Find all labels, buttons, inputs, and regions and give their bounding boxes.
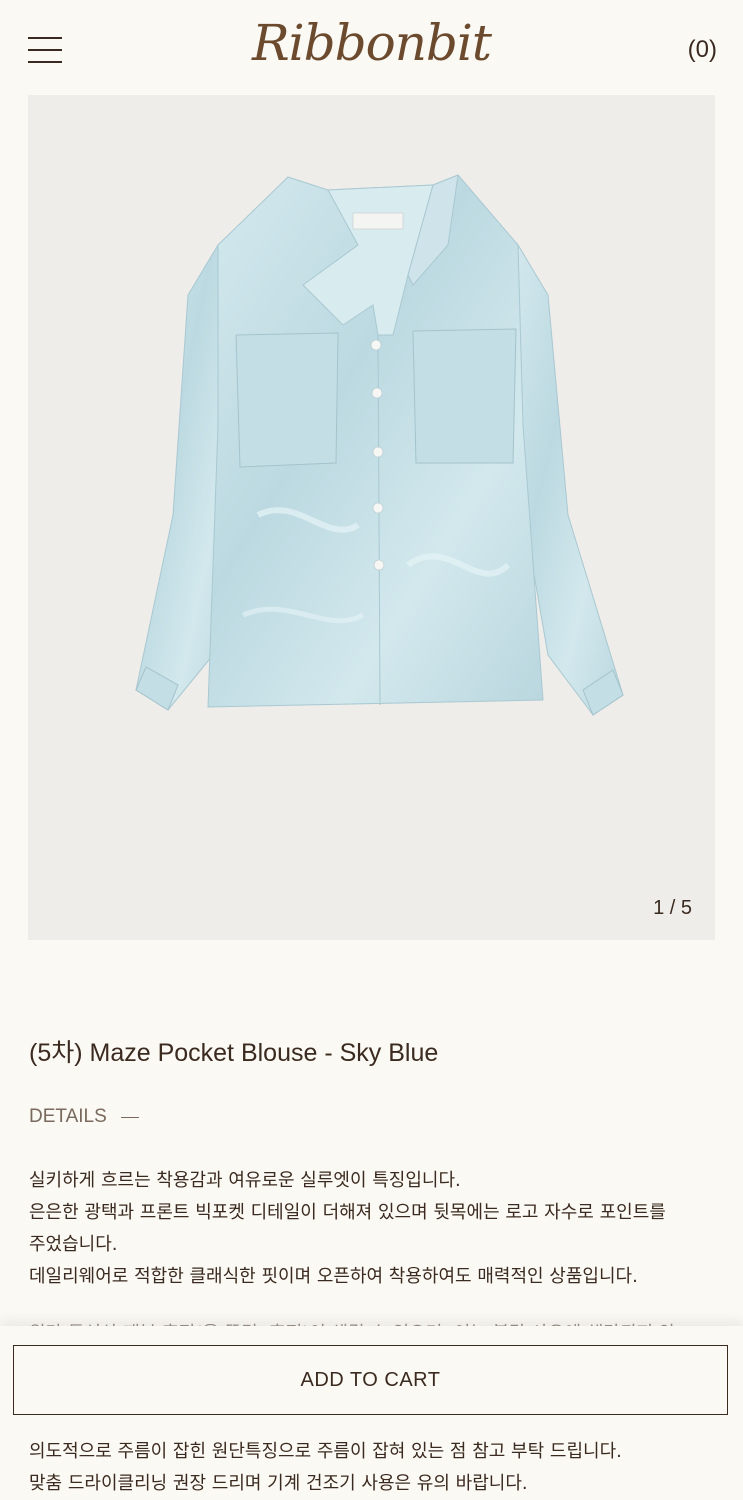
description-line: 실키하게 흐르는 착용감과 여유로운 실루엣이 특징입니다.	[29, 1170, 461, 1191]
care-note-line: 맞춤 드라이클리닝 권장 드리며 기계 건조기 사용은 유의 바랍니다.	[29, 1473, 528, 1494]
details-label: DETAILS	[29, 1106, 107, 1127]
add-to-cart-button[interactable]: ADD TO CART	[13, 1345, 728, 1415]
product-title: (5차) Maze Pocket Blouse - Sky Blue	[29, 1039, 439, 1067]
sticky-cart-bar: ADD TO CART	[0, 1326, 743, 1426]
description-line: 은은한 광택과 프론트 빅포켓 디테일이 더해져 있으며 뒷목에는 로고 자수로…	[29, 1202, 666, 1223]
cart-count-button[interactable]: (0)	[688, 36, 717, 64]
description-line: 주었습니다.	[29, 1234, 118, 1255]
gallery-pager: 1 / 5	[653, 897, 692, 919]
product-description: 실키하게 흐르는 착용감과 여유로운 실루엣이 특징입니다. 은은한 광택과 프…	[29, 1165, 719, 1293]
site-header: Ribbonbit (0)	[0, 0, 743, 95]
collapse-dash-icon	[120, 1116, 139, 1118]
care-notes: 의도적으로 주름이 잡힌 원단특징으로 주름이 잡혀 있는 점 참고 부탁 드립…	[29, 1436, 729, 1500]
details-toggle[interactable]: DETAILS	[29, 1106, 139, 1128]
description-line: 데일리웨어로 적합한 클래식한 핏이며 오픈하여 착용하여도 매력적인 상품입니…	[29, 1266, 638, 1287]
blouse-photo	[135, 174, 624, 716]
product-image-gallery[interactable]: 1 / 5	[28, 95, 715, 940]
brand-logo[interactable]: Ribbonbit	[0, 14, 743, 72]
care-note-line: 의도적으로 주름이 잡힌 원단특징으로 주름이 잡혀 있는 점 참고 부탁 드립…	[29, 1441, 622, 1462]
